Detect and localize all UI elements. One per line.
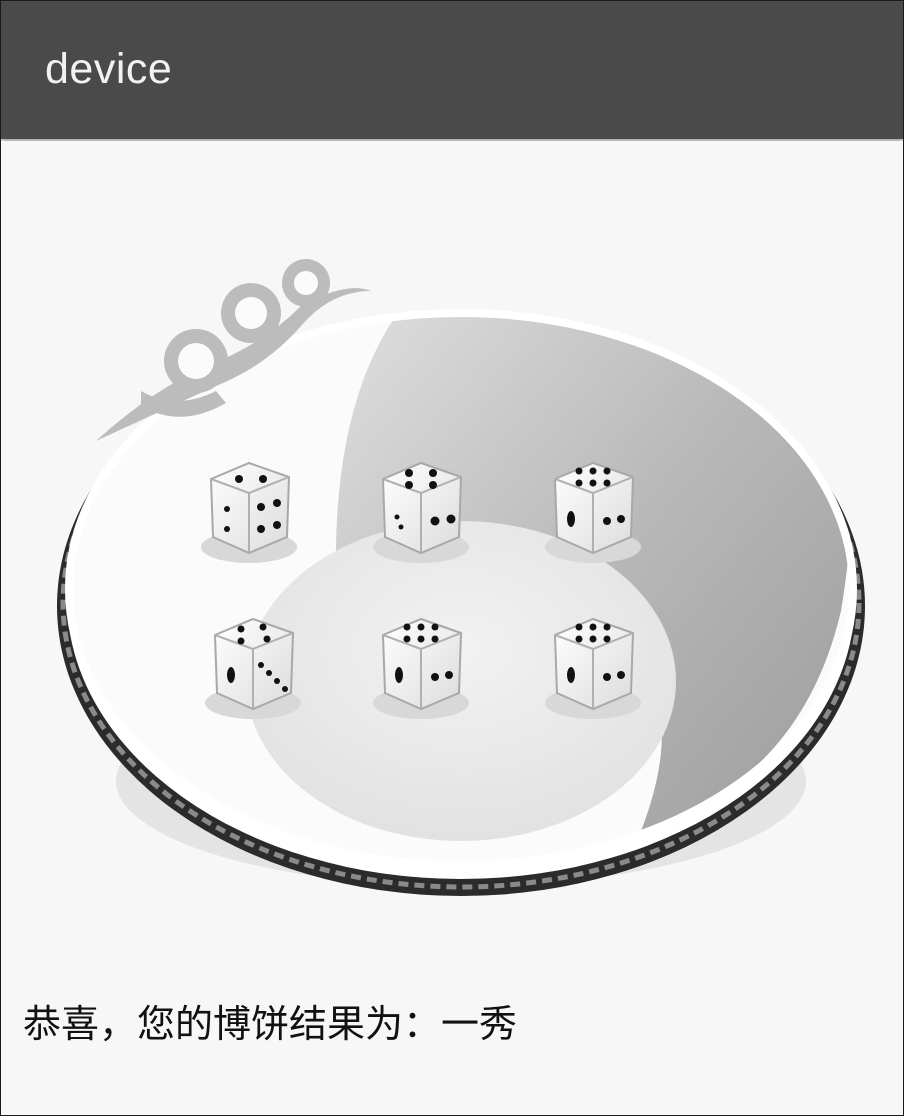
die-1 bbox=[201, 461, 297, 563]
die-2 bbox=[373, 461, 469, 563]
die-3 bbox=[545, 461, 641, 563]
app-title: device bbox=[45, 45, 173, 93]
dice-bowl-image[interactable] bbox=[1, 141, 903, 921]
app-bar: device bbox=[1, 1, 903, 139]
die-5 bbox=[373, 617, 469, 719]
die-4 bbox=[205, 617, 301, 719]
app-screen: device 恭喜，您的博饼结果为：一秀 bbox=[0, 0, 904, 1116]
die-6 bbox=[545, 617, 641, 719]
content-area: 恭喜，您的博饼结果为：一秀 bbox=[1, 141, 903, 1115]
result-message: 恭喜，您的博饼结果为：一秀 bbox=[23, 1002, 518, 1046]
